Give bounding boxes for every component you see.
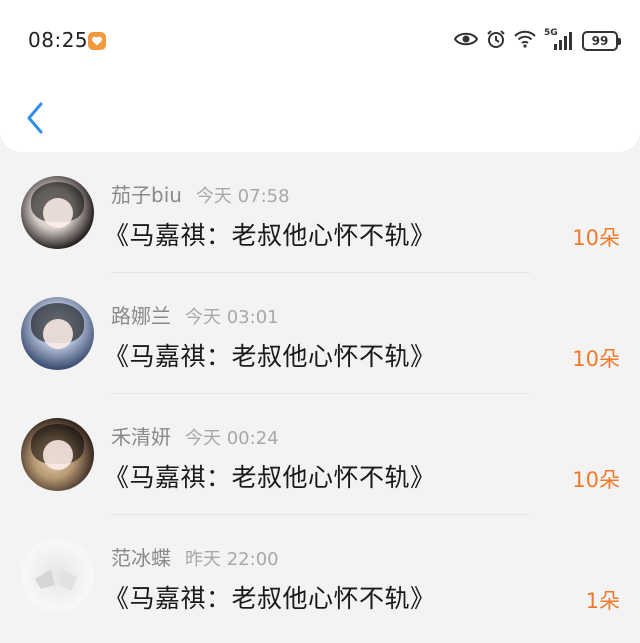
list-item[interactable]: 路娜兰 今天 03:01 《马嘉祺：老叔他心怀不轨》 10朵 — [0, 273, 640, 394]
back-button[interactable] — [18, 98, 52, 138]
signal-icon: 5G — [544, 28, 574, 52]
gift-amount: 10朵 — [572, 347, 620, 371]
book-title[interactable]: 《马嘉祺：老叔他心怀不轨》 — [104, 458, 436, 494]
book-title[interactable]: 《马嘉祺：老叔他心怀不轨》 — [104, 579, 436, 615]
item-time: 今天 03:01 — [185, 307, 279, 328]
app-notification-icon — [88, 32, 106, 50]
status-time: 08:25 — [28, 28, 89, 52]
eye-icon — [453, 31, 479, 51]
chevron-left-icon — [27, 102, 43, 134]
battery-icon: 99 — [582, 31, 621, 51]
list-item[interactable]: 范冰蝶 昨天 22:00 《马嘉祺：老叔他心怀不轨》 1朵 — [0, 515, 640, 636]
user-name[interactable]: 范冰蝶 — [111, 542, 171, 571]
item-time: 今天 07:58 — [195, 186, 290, 207]
gift-record-list: 茄子biu 今天 07:58 《马嘉祺：老叔他心怀不轨》 10朵 路娜兰 今天 … — [0, 152, 640, 636]
status-bar: 08:25 5G 99 — [0, 0, 640, 84]
book-title[interactable]: 《马嘉祺：老叔他心怀不轨》 — [104, 337, 436, 373]
gift-amount: 1朵 — [585, 589, 620, 613]
gift-amount: 10朵 — [572, 468, 620, 492]
user-name[interactable]: 茄子biu — [111, 179, 182, 208]
wifi-icon — [514, 30, 536, 52]
item-time: 今天 00:24 — [185, 428, 279, 449]
item-time: 昨天 22:00 — [185, 549, 279, 570]
user-name[interactable]: 禾清妍 — [111, 421, 171, 450]
avatar[interactable] — [21, 176, 94, 249]
avatar[interactable] — [21, 539, 94, 612]
book-title[interactable]: 《马嘉祺：老叔他心怀不轨》 — [104, 216, 436, 252]
alarm-icon — [486, 29, 506, 53]
user-name[interactable]: 路娜兰 — [111, 300, 171, 329]
header: 08:25 5G 99 — [0, 0, 640, 152]
avatar[interactable] — [21, 418, 94, 491]
list-item[interactable]: 禾清妍 今天 00:24 《马嘉祺：老叔他心怀不轨》 10朵 — [0, 394, 640, 515]
avatar[interactable] — [21, 297, 94, 370]
gift-amount: 10朵 — [572, 226, 620, 250]
status-icons: 5G 99 — [453, 28, 621, 53]
list-item[interactable]: 茄子biu 今天 07:58 《马嘉祺：老叔他心怀不轨》 10朵 — [0, 152, 640, 273]
